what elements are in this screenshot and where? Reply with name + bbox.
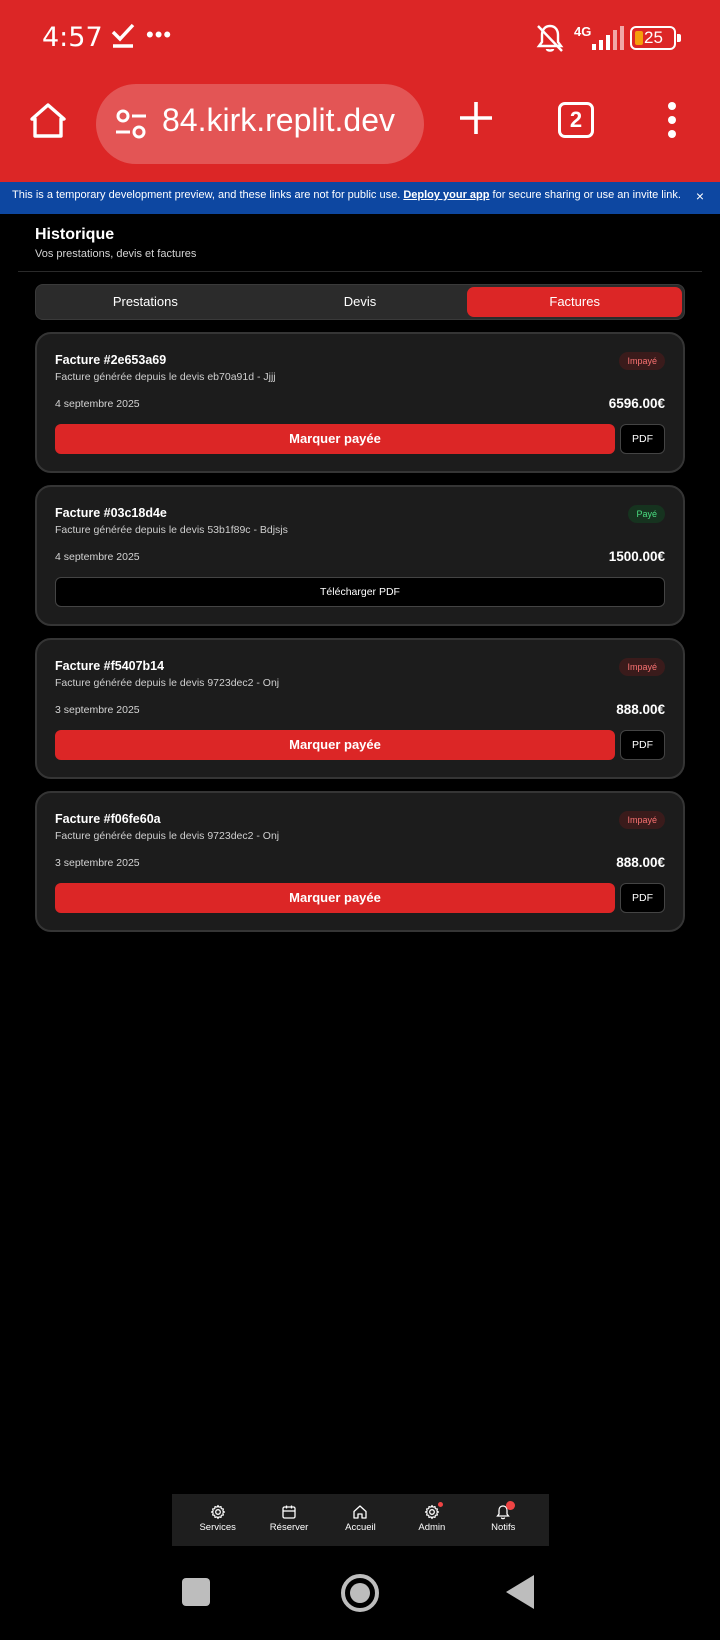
page-subtitle: Vos prestations, devis et factures — [35, 248, 197, 260]
invoice-list: Facture #2e653a69 Facture générée depuis… — [35, 332, 685, 944]
tab-switcher-button[interactable]: 2 — [558, 102, 594, 138]
status-badge: Impayé — [619, 658, 665, 676]
calendar-icon — [282, 1505, 296, 1519]
invoice-date: 3 septembre 2025 — [55, 704, 140, 716]
invoice-date: 4 septembre 2025 — [55, 551, 140, 563]
dev-preview-banner: This is a temporary development preview,… — [0, 182, 720, 214]
invoice-card: Facture #f06fe60a Facture générée depuis… — [35, 791, 685, 932]
checkmark-icon — [111, 23, 135, 48]
nav-item-accueil[interactable]: Accueil — [330, 1494, 390, 1546]
pdf-button[interactable]: PDF — [620, 424, 665, 454]
close-icon[interactable]: × — [696, 188, 704, 204]
download-pdf-button[interactable]: Télécharger PDF — [55, 577, 665, 607]
tab-prestations[interactable]: Prestations — [38, 287, 253, 317]
invoice-date: 4 septembre 2025 — [55, 398, 140, 410]
url-text[interactable]: 84.kirk.replit.dev — [162, 102, 412, 139]
invoice-description: Facture générée depuis le devis 9723dec2… — [55, 677, 280, 689]
gear-icon — [210, 1504, 225, 1520]
invoice-title: Facture #f06fe60a — [55, 812, 161, 826]
status-bar: 4:57 ••• 4G 25 — [0, 0, 720, 78]
history-tabs: Prestations Devis Factures — [35, 284, 685, 320]
battery-level: 25 — [644, 28, 663, 47]
mark-paid-button[interactable]: Marquer payée — [55, 730, 615, 760]
invoice-card: Facture #03c18d4e Facture générée depuis… — [35, 485, 685, 626]
tab-factures[interactable]: Factures — [467, 287, 683, 317]
invoice-description: Facture générée depuis le devis 53b1f89c… — [55, 524, 288, 536]
gear-icon — [424, 1504, 439, 1520]
android-nav-bar — [0, 1560, 720, 1640]
notification-count-badge — [506, 1501, 516, 1510]
invoice-amount: 888.00€ — [616, 855, 665, 870]
more-notifications-icon: ••• — [146, 22, 173, 47]
nav-item-services[interactable]: Services — [188, 1494, 248, 1546]
tab-devis[interactable]: Devis — [253, 287, 468, 317]
home-icon — [353, 1505, 368, 1519]
invoice-card: Facture #f5407b14 Facture générée depuis… — [35, 638, 685, 779]
nav-label: Services — [199, 1522, 236, 1533]
browser-toolbar: 84.kirk.replit.dev 2 — [0, 78, 720, 182]
invoice-date: 3 septembre 2025 — [55, 857, 140, 869]
invoice-amount: 1500.00€ — [608, 549, 665, 564]
page-title: Historique — [35, 226, 115, 243]
invoice-description: Facture générée depuis le devis eb70a91d… — [55, 371, 276, 383]
invoice-title: Facture #2e653a69 — [55, 353, 167, 367]
nav-label: Réserver — [269, 1522, 309, 1533]
home-button[interactable] — [341, 1574, 379, 1612]
status-badge: Impayé — [619, 352, 665, 370]
nav-label: Notifs — [491, 1522, 516, 1533]
page-header: Historique Vos prestations, devis et fac… — [18, 214, 702, 272]
nav-label: Accueil — [345, 1522, 376, 1533]
deploy-app-link[interactable]: Deploy your app — [403, 189, 489, 201]
site-settings-icon[interactable] — [114, 106, 148, 142]
invoice-title: Facture #03c18d4e — [55, 506, 167, 520]
bell-off-icon — [536, 24, 564, 52]
address-bar[interactable]: 84.kirk.replit.dev — [96, 84, 424, 164]
battery-icon: 25 — [630, 26, 681, 50]
invoice-amount: 888.00€ — [616, 702, 665, 717]
nav-label: Admin — [418, 1522, 446, 1533]
invoice-description: Facture générée depuis le devis 9723dec2… — [55, 830, 280, 842]
invoice-amount: 6596.00€ — [608, 396, 665, 411]
pdf-button[interactable]: PDF — [620, 730, 665, 760]
signal-icon — [592, 26, 624, 50]
home-icon[interactable] — [28, 100, 68, 140]
more-vert-icon[interactable] — [664, 100, 680, 140]
notification-dot — [437, 1502, 443, 1507]
mark-paid-button[interactable]: Marquer payée — [55, 424, 615, 454]
back-button[interactable] — [506, 1575, 534, 1609]
nav-item-notifs[interactable]: Notifs — [473, 1494, 533, 1546]
status-badge: Payé — [628, 505, 665, 523]
mark-paid-button[interactable]: Marquer payée — [55, 883, 615, 913]
nav-item-admin[interactable]: Admin — [402, 1494, 462, 1546]
invoice-card: Facture #2e653a69 Facture générée depuis… — [35, 332, 685, 473]
network-type: 4G — [574, 24, 592, 39]
bottom-nav: Services Réserver Accueil Admin Notifs — [172, 1494, 549, 1546]
status-badge: Impayé — [619, 811, 665, 829]
invoice-title: Facture #f5407b14 — [55, 659, 165, 673]
nav-item-reserver[interactable]: Réserver — [259, 1494, 319, 1546]
new-tab-icon[interactable] — [458, 100, 494, 136]
banner-text-end: for secure sharing or use an invite link… — [489, 189, 681, 201]
recents-button[interactable] — [182, 1578, 210, 1606]
pdf-button[interactable]: PDF — [620, 883, 665, 913]
banner-text-start: This is a temporary development preview,… — [12, 189, 404, 201]
status-time: 4:57 — [42, 22, 103, 53]
